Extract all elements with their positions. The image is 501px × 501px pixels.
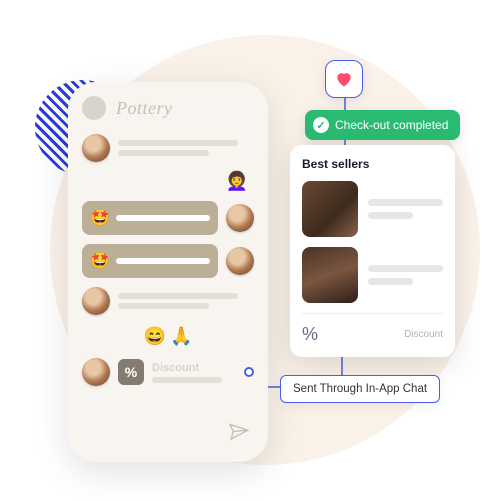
discount-message[interactable]: % Discount bbox=[82, 358, 254, 386]
text-placeholder bbox=[368, 265, 443, 272]
message-incoming[interactable] bbox=[82, 287, 254, 315]
avatar bbox=[82, 134, 110, 162]
phone-header: Pottery bbox=[82, 96, 254, 120]
message-list: 👩‍🦱 🤩 🤩 😄 🙏 bbox=[82, 134, 254, 414]
product-row[interactable] bbox=[302, 181, 443, 237]
smile-emoji[interactable]: 😄 bbox=[144, 326, 166, 347]
text-placeholder bbox=[368, 199, 443, 206]
avatar bbox=[82, 287, 110, 315]
discount-label: Discount bbox=[404, 329, 443, 340]
text-placeholder bbox=[116, 258, 210, 264]
checkout-text: Check-out completed bbox=[335, 118, 448, 132]
best-sellers-card: Best sellers % Discount bbox=[290, 145, 455, 357]
card-footer: % Discount bbox=[302, 324, 443, 345]
connector-dot bbox=[244, 367, 254, 377]
text-placeholder bbox=[118, 303, 209, 309]
send-icon[interactable] bbox=[227, 419, 251, 449]
reaction-row: 😄 🙏 bbox=[82, 326, 254, 347]
product-thumbnail bbox=[302, 247, 358, 303]
percent-icon: % bbox=[302, 324, 318, 345]
brand-title: Pottery bbox=[116, 98, 172, 119]
discount-label: Discount bbox=[152, 362, 222, 374]
message-incoming[interactable] bbox=[82, 134, 254, 162]
message-outgoing[interactable]: 🤩 bbox=[82, 244, 254, 278]
message-bubble bbox=[118, 293, 248, 309]
avatar bbox=[226, 247, 254, 275]
message-bubble-filled: 🤩 bbox=[82, 244, 218, 278]
text-placeholder bbox=[152, 377, 222, 383]
text-placeholder bbox=[118, 140, 238, 146]
heart-icon bbox=[334, 69, 354, 89]
message-outgoing[interactable]: 🤩 bbox=[82, 201, 254, 235]
phone-mockup: Pottery 👩‍🦱 🤩 🤩 bbox=[68, 82, 268, 462]
message-bubble bbox=[118, 140, 248, 156]
text-placeholder bbox=[116, 215, 210, 221]
heart-badge[interactable] bbox=[325, 60, 363, 98]
avatar bbox=[82, 358, 110, 386]
pray-emoji[interactable]: 🙏 bbox=[170, 326, 192, 347]
text-placeholder bbox=[368, 212, 413, 219]
star-eyes-emoji: 🤩 bbox=[90, 208, 110, 228]
card-title: Best sellers bbox=[302, 157, 443, 171]
text-placeholder bbox=[118, 293, 238, 299]
star-eyes-emoji: 🤩 bbox=[90, 251, 110, 271]
text-placeholder bbox=[368, 278, 413, 285]
annotation-label: Sent Through In-App Chat bbox=[280, 375, 440, 403]
text-placeholder bbox=[118, 150, 209, 156]
emoji-reply: 👩‍🦱 bbox=[226, 171, 248, 192]
divider bbox=[302, 313, 443, 314]
message-bubble-filled: 🤩 bbox=[82, 201, 218, 235]
product-row[interactable] bbox=[302, 247, 443, 303]
avatar bbox=[226, 204, 254, 232]
checkout-toast: ✓ Check-out completed bbox=[305, 110, 460, 140]
header-avatar[interactable] bbox=[82, 96, 106, 120]
percent-icon: % bbox=[118, 359, 144, 385]
product-thumbnail bbox=[302, 181, 358, 237]
check-icon: ✓ bbox=[313, 117, 329, 133]
annotation-text: Sent Through In-App Chat bbox=[293, 383, 427, 395]
